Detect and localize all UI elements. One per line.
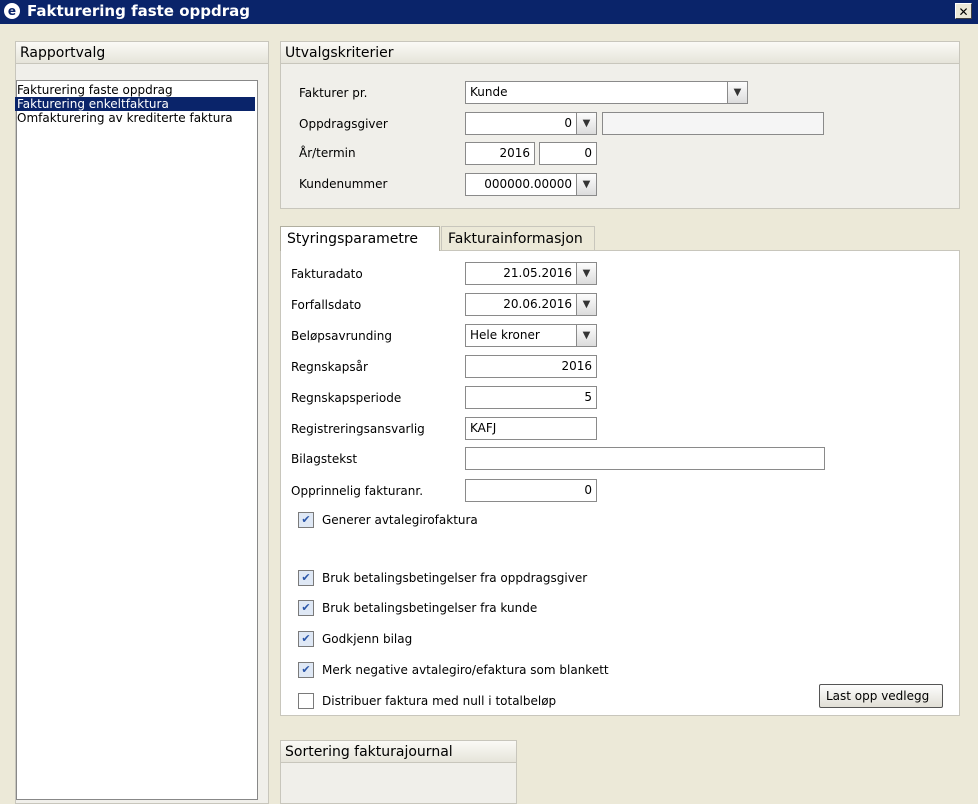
belopsavrunding-label: Beløpsavrunding — [291, 329, 392, 343]
opprinnelig-fakturanr-input[interactable]: 0 — [465, 479, 597, 502]
sortering-header: Sortering fakturajournal — [281, 741, 516, 763]
fakturer-pr-select[interactable]: Kunde — [465, 81, 729, 104]
distribuer-null-label: Distribuer faktura med null i totalbeløp — [322, 694, 557, 708]
fakturadato-label: Fakturadato — [291, 267, 363, 281]
oppdragsgiver-name-field — [602, 112, 824, 135]
bilagstekst-label: Bilagstekst — [291, 452, 358, 466]
chevron-down-icon[interactable]: ▼ — [576, 293, 597, 316]
list-item-fakturering-enkelt[interactable]: Fakturering enkeltfaktura — [15, 97, 255, 111]
kundenummer-input[interactable]: 000000.00000 — [465, 173, 577, 196]
bruk-betaling-oppdragsgiver-label: Bruk betalingsbetingelser fra oppdragsgi… — [322, 571, 588, 585]
registreringsansvarlig-label: Registreringsansvarlig — [291, 422, 425, 436]
title-bar: e Fakturering faste oppdrag ✕ — [0, 0, 978, 24]
generer-avtalegiro-checkbox[interactable]: ✔ — [298, 512, 314, 528]
merk-negative-label: Merk negative avtalegiro/efaktura som bl… — [322, 663, 609, 677]
close-button[interactable]: ✕ — [955, 3, 972, 19]
bruk-betaling-kunde-checkbox[interactable]: ✔ — [298, 600, 314, 616]
regnskapsaar-label: Regnskapsår — [291, 360, 368, 374]
bruk-betaling-oppdragsgiver-checkbox[interactable]: ✔ — [298, 570, 314, 586]
chevron-down-icon[interactable]: ▼ — [576, 112, 597, 135]
termin-input[interactable]: 0 — [539, 142, 597, 165]
generer-avtalegiro-label: Generer avtalegirofaktura — [322, 513, 478, 527]
aar-termin-label: År/termin — [299, 146, 356, 160]
aar-input[interactable]: 2016 — [465, 142, 535, 165]
regnskapsperiode-input[interactable]: 5 — [465, 386, 597, 409]
registreringsansvarlig-input[interactable]: KAFJ — [465, 417, 597, 440]
utvalg-header: Utvalgskriterier — [281, 42, 959, 64]
forfallsdato-label: Forfallsdato — [291, 298, 362, 312]
chevron-down-icon[interactable]: ▼ — [576, 324, 597, 347]
forfallsdato-input[interactable]: 20.06.2016 — [465, 293, 577, 316]
rapportvalg-list[interactable] — [16, 80, 258, 800]
opprinnelig-fakturanr-label: Opprinnelig fakturanr. — [291, 484, 424, 498]
fakturadato-input[interactable]: 21.05.2016 — [465, 262, 577, 285]
sortering-panel: Sortering fakturajournal — [280, 740, 517, 804]
list-item-omfakturering[interactable]: Omfakturering av krediterte faktura — [15, 111, 233, 125]
tab-styringsparametre[interactable]: Styringsparametre — [280, 226, 440, 251]
regnskapsaar-input[interactable]: 2016 — [465, 355, 597, 378]
app-logo-icon: e — [4, 3, 20, 19]
chevron-down-icon[interactable]: ▼ — [727, 81, 748, 104]
tab-fakturainformasjon[interactable]: Fakturainformasjon — [441, 226, 595, 251]
tab-content-panel — [280, 250, 960, 716]
chevron-down-icon[interactable]: ▼ — [576, 262, 597, 285]
fakturer-pr-label: Fakturer pr. — [299, 86, 368, 100]
list-item-fakturering-faste[interactable]: Fakturering faste oppdrag — [15, 83, 173, 97]
bilagstekst-input[interactable] — [465, 447, 825, 470]
chevron-down-icon[interactable]: ▼ — [576, 173, 597, 196]
godkjenn-bilag-checkbox[interactable]: ✔ — [298, 631, 314, 647]
kundenummer-label: Kundenummer — [299, 177, 388, 191]
bruk-betaling-kunde-label: Bruk betalingsbetingelser fra kunde — [322, 601, 538, 615]
regnskapsperiode-label: Regnskapsperiode — [291, 391, 402, 405]
belopsavrunding-select[interactable]: Hele kroner — [465, 324, 577, 347]
window-title: Fakturering faste oppdrag — [27, 2, 250, 20]
godkjenn-bilag-label: Godkjenn bilag — [322, 632, 413, 646]
oppdragsgiver-input[interactable]: 0 — [465, 112, 577, 135]
rapportvalg-header: Rapportvalg — [16, 42, 268, 64]
merk-negative-checkbox[interactable]: ✔ — [298, 662, 314, 678]
distribuer-null-checkbox[interactable] — [298, 693, 314, 709]
last-opp-vedlegg-button[interactable]: Last opp vedlegg — [819, 684, 943, 708]
oppdragsgiver-label: Oppdragsgiver — [299, 117, 388, 131]
